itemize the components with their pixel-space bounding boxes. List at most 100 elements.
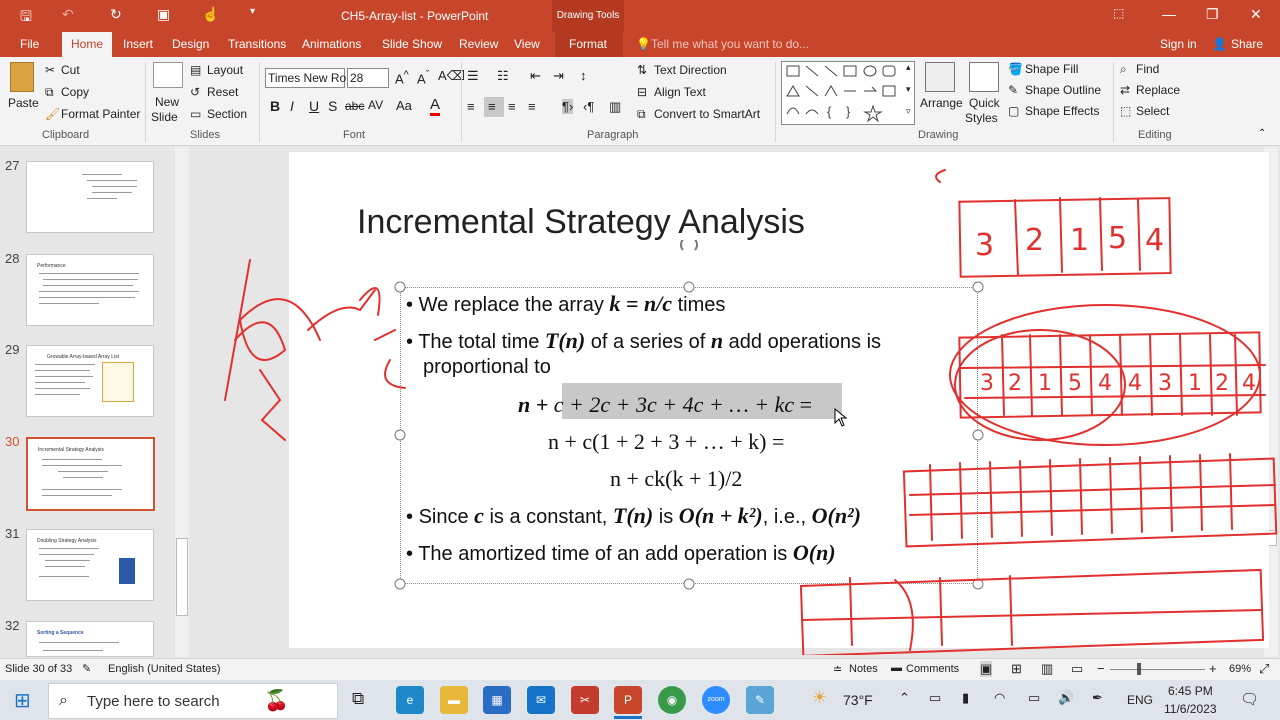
copy-icon[interactable]: ⧉: [45, 85, 54, 100]
align-text-icon[interactable]: ⊟: [637, 85, 647, 99]
windows-start-icon[interactable]: ⊞: [14, 688, 31, 713]
format-painter-icon[interactable]: 🖌: [45, 107, 60, 121]
zoom-in-icon[interactable]: +: [1209, 661, 1217, 676]
gallery-more-icon[interactable]: ▿: [906, 106, 911, 117]
maximize-icon[interactable]: ❐: [1206, 6, 1219, 23]
change-case-icon[interactable]: Aa: [396, 98, 412, 113]
powerpoint-icon[interactable]: P: [614, 686, 642, 714]
tab-transitions[interactable]: Transitions: [228, 37, 286, 51]
thumbnail-scroll-thumb[interactable]: [176, 538, 188, 616]
mail-icon[interactable]: ✉: [527, 686, 555, 714]
notepad-icon[interactable]: ✎: [746, 686, 774, 714]
taskbar-search-box[interactable]: ⌕ Type here to search 🍒: [48, 683, 338, 719]
new-slide-button[interactable]: New: [155, 95, 179, 109]
notes-icon[interactable]: ≐: [833, 663, 842, 676]
bold-icon[interactable]: B: [270, 98, 280, 114]
shape-effects-button[interactable]: Shape Effects: [1025, 104, 1100, 118]
gallery-down-icon[interactable]: ▾: [906, 84, 911, 95]
layout-button[interactable]: Layout: [207, 63, 243, 77]
font-color-icon[interactable]: A: [430, 96, 441, 116]
decrease-indent-icon[interactable]: ⇤: [530, 68, 541, 84]
collapse-ribbon-icon[interactable]: ⌃: [1258, 128, 1266, 139]
smartart-icon[interactable]: ⧉: [637, 107, 646, 122]
normal-view-icon[interactable]: ▣: [980, 661, 993, 677]
cut-button[interactable]: Cut: [61, 63, 80, 77]
share-button[interactable]: Share: [1231, 37, 1263, 51]
tab-view[interactable]: View: [514, 37, 540, 51]
redo-icon[interactable]: ↻: [110, 6, 122, 23]
input-language[interactable]: ENG: [1127, 693, 1153, 707]
grow-font-icon[interactable]: A^: [395, 69, 409, 86]
paste-icon[interactable]: [10, 62, 34, 92]
format-painter-button[interactable]: Format Painter: [61, 107, 140, 121]
tab-format[interactable]: Format: [555, 32, 623, 57]
select-button[interactable]: Select: [1136, 104, 1169, 118]
align-text-button[interactable]: Align Text: [654, 85, 706, 99]
gallery-up-icon[interactable]: ▴: [906, 62, 911, 73]
tab-insert[interactable]: Insert: [123, 37, 153, 51]
battery-icon[interactable]: ▭: [929, 690, 941, 706]
copy-button[interactable]: Copy: [61, 85, 89, 99]
strikethrough-icon[interactable]: abc: [345, 99, 364, 113]
shape-fill-icon[interactable]: 🪣: [1008, 62, 1023, 76]
slide-counter[interactable]: Slide 30 of 33: [5, 663, 72, 675]
reset-icon[interactable]: ↺: [190, 85, 200, 99]
chrome-icon[interactable]: ◉: [658, 686, 686, 714]
tab-file[interactable]: File: [20, 37, 39, 51]
slide-thumbnail-32[interactable]: Sorting a Sequence: [26, 621, 154, 657]
tab-design[interactable]: Design: [172, 37, 209, 51]
cut-icon[interactable]: ✂: [45, 63, 55, 77]
notifications-icon[interactable]: 🗨: [1240, 690, 1259, 708]
align-right-icon[interactable]: ≡: [508, 99, 516, 114]
slide-thumbnail-30-selected[interactable]: Incremental Strategy Analysis: [26, 437, 155, 511]
language-status[interactable]: English (United States): [108, 663, 221, 675]
customize-qat-icon[interactable]: ▾: [250, 6, 255, 17]
snipping-tool-icon[interactable]: ✂: [571, 686, 599, 714]
save-icon[interactable]: 🖫: [20, 6, 32, 30]
columns-icon[interactable]: ▥: [609, 99, 621, 115]
close-icon[interactable]: ✕: [1250, 6, 1262, 23]
shape-effects-icon[interactable]: ▢: [1008, 104, 1019, 118]
shape-outline-icon[interactable]: ✎: [1008, 83, 1018, 97]
weather-temp[interactable]: 73°F: [843, 692, 873, 708]
justify-icon[interactable]: ≡: [528, 99, 536, 114]
layout-icon[interactable]: ▤: [190, 63, 201, 77]
convert-smartart-button[interactable]: Convert to SmartArt: [654, 107, 760, 121]
share-icon[interactable]: 👤: [1212, 37, 1227, 51]
quick-styles-button-line2[interactable]: Styles: [965, 111, 998, 125]
replace-icon[interactable]: ⇄: [1120, 83, 1130, 97]
line-spacing-icon[interactable]: ↕: [580, 68, 587, 83]
notes-button[interactable]: Notes: [849, 663, 878, 675]
touch-mode-icon[interactable]: ☝: [202, 6, 219, 23]
file-explorer-icon[interactable]: ▬: [440, 686, 468, 714]
paste-button[interactable]: Paste: [8, 96, 39, 110]
zoom-out-icon[interactable]: −: [1097, 661, 1105, 676]
edge-icon[interactable]: e: [396, 686, 424, 714]
task-view-icon[interactable]: ⧉: [352, 689, 364, 709]
tray-overflow-icon[interactable]: ⌃: [899, 690, 910, 706]
font-family-select[interactable]: Times New Ro: [265, 68, 346, 88]
slideshow-view-icon[interactable]: ▭: [1071, 661, 1083, 677]
arrange-icon[interactable]: [925, 62, 955, 92]
zoom-slider-thumb[interactable]: [1137, 663, 1141, 675]
arrange-button[interactable]: Arrange: [920, 96, 963, 110]
quick-styles-button[interactable]: Quick: [969, 96, 1000, 110]
tab-slide-show[interactable]: Slide Show: [382, 37, 442, 51]
find-button[interactable]: Find: [1136, 62, 1159, 76]
undo-icon[interactable]: ↶: [62, 6, 74, 23]
shape-fill-button[interactable]: Shape Fill: [1025, 62, 1078, 76]
bullets-icon[interactable]: ☰: [467, 68, 479, 84]
underline-icon[interactable]: U: [309, 98, 319, 114]
select-icon[interactable]: ⬚: [1120, 104, 1131, 118]
slide-thumbnail-28[interactable]: Performance: [26, 254, 154, 326]
new-slide-button-line2[interactable]: Slide: [151, 110, 178, 124]
zoom-app-icon[interactable]: zoom: [702, 686, 730, 714]
sign-in-link[interactable]: Sign in: [1160, 37, 1197, 51]
new-slide-icon[interactable]: [153, 62, 183, 88]
rtl-icon[interactable]: ‹¶: [583, 99, 594, 114]
ribbon-display-icon[interactable]: ⬚: [1113, 6, 1124, 20]
zoom-slider[interactable]: [1110, 669, 1205, 670]
char-spacing-icon[interactable]: AV: [368, 98, 383, 112]
font-size-select[interactable]: 28: [347, 68, 389, 88]
align-left-icon[interactable]: ≡: [467, 99, 475, 114]
